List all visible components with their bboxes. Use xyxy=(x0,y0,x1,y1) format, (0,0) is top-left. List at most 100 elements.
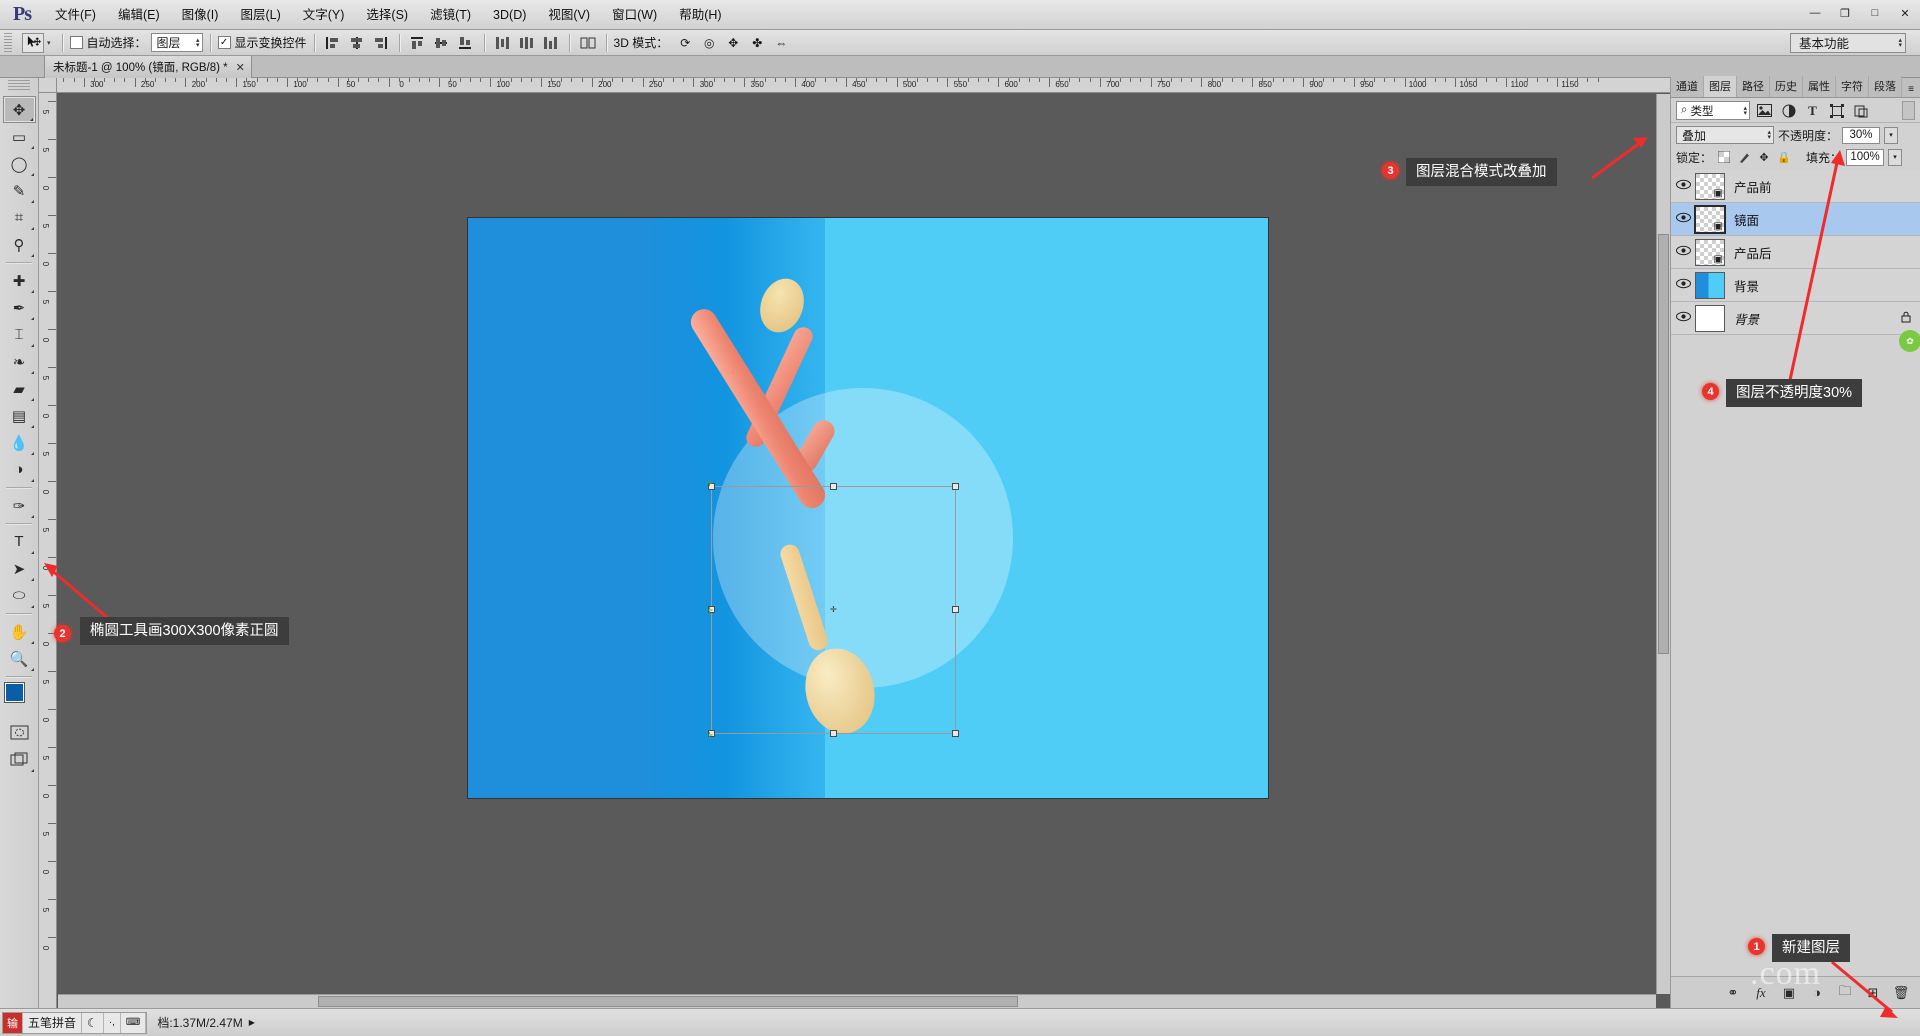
blur-tool[interactable]: 💧 xyxy=(3,429,36,456)
layer-list[interactable]: ▣产品前▣镜面▣产品后背景背景 xyxy=(1671,170,1920,974)
canvas-horizontal-scrollbar[interactable] xyxy=(58,994,1656,1008)
eyedropper-tool[interactable]: ⚲ xyxy=(3,231,36,258)
link-layers-button[interactable]: ⚭ xyxy=(1724,984,1742,1002)
ime-name[interactable]: 五笔拼音 xyxy=(23,1013,82,1033)
artboard[interactable]: ✛ ✛ ✛ ✛ xyxy=(468,218,1268,798)
handle-top-right[interactable] xyxy=(952,483,959,490)
workspace-selector[interactable]: 基本功能 ▴▾ xyxy=(1790,33,1906,53)
options-bar-grip[interactable] xyxy=(4,33,12,53)
adjustment-filter-icon[interactable] xyxy=(1779,101,1798,120)
status-expand-arrow-icon[interactable]: ▶ xyxy=(249,1018,255,1027)
scale-3d-object-icon[interactable]: ⇔ xyxy=(770,33,792,53)
menu-item-5[interactable]: 选择(S) xyxy=(355,0,419,30)
ellipse-tool[interactable]: ⬭ xyxy=(3,582,36,609)
layer-thumbnail[interactable]: ▣ xyxy=(1695,206,1725,233)
zoom-tool[interactable]: 🔍 xyxy=(3,645,36,672)
quick-selection-tool[interactable]: ✎ xyxy=(3,177,36,204)
layer-visibility-icon[interactable] xyxy=(1671,245,1695,259)
history-brush-tool[interactable]: ❧ xyxy=(3,348,36,375)
spot-healing-brush-tool[interactable]: ✚ xyxy=(3,267,36,294)
layer-visibility-icon[interactable] xyxy=(1671,311,1695,325)
layer-visibility-icon[interactable] xyxy=(1671,212,1695,226)
distribute-bottom-edges-button[interactable] xyxy=(540,33,562,53)
align-horizontal-centers-button[interactable] xyxy=(346,33,368,53)
opacity-chevron-down-icon[interactable]: ▾ xyxy=(1884,127,1898,144)
document-tab[interactable]: 未标题-1 @ 100% (镜面, RGB/8) * ✕ xyxy=(44,56,252,78)
handle-bottom-right[interactable] xyxy=(952,730,959,737)
color-swatches[interactable] xyxy=(3,681,35,713)
move-tool[interactable]: ✥ xyxy=(3,96,36,123)
align-right-edges-button[interactable] xyxy=(370,33,392,53)
layer-row[interactable]: ▣产品后 xyxy=(1671,236,1920,269)
roll-3d-object-icon[interactable]: ◎ xyxy=(698,33,720,53)
menu-item-2[interactable]: 图像(I) xyxy=(171,0,230,30)
brush-tool[interactable]: ✒ xyxy=(3,294,36,321)
distribute-top-edges-button[interactable] xyxy=(492,33,514,53)
auto-align-layers-button[interactable] xyxy=(577,33,599,53)
menu-item-0[interactable]: 文件(F) xyxy=(44,0,107,30)
maximize-button[interactable]: □ xyxy=(1860,2,1890,24)
layer-row[interactable]: ▣ 镜面 xyxy=(1671,203,1920,236)
fill-chevron-down-icon[interactable]: ▾ xyxy=(1888,149,1902,166)
smart-object-filter-icon[interactable] xyxy=(1851,101,1870,120)
close-icon[interactable]: ✕ xyxy=(236,61,245,74)
menu-item-1[interactable]: 编辑(E) xyxy=(107,0,171,30)
new-group-button[interactable]: 🗀 xyxy=(1836,984,1854,1002)
menu-item-3[interactable]: 图层(L) xyxy=(229,0,291,30)
panel-tab-0[interactable]: 通道 xyxy=(1671,76,1704,97)
path-selection-tool[interactable]: ➤ xyxy=(3,555,36,582)
panel-tab-1[interactable]: 图层 xyxy=(1704,76,1737,97)
gradient-tool[interactable]: ▤ xyxy=(3,402,36,429)
panel-tab-4[interactable]: 属性 xyxy=(1803,76,1836,97)
distribute-centers-button[interactable] xyxy=(516,33,538,53)
layer-row[interactable]: ▣产品前 xyxy=(1671,170,1920,203)
align-left-edges-button[interactable] xyxy=(322,33,344,53)
canvas-vertical-scrollbar[interactable] xyxy=(1656,94,1670,994)
auto-select-dropdown[interactable]: 图层 ▴▾ xyxy=(151,33,203,52)
menu-item-6[interactable]: 滤镜(T) xyxy=(419,0,482,30)
delete-layer-button[interactable]: 🗑 xyxy=(1892,984,1910,1002)
layer-visibility-icon[interactable] xyxy=(1671,179,1695,193)
ruler-corner[interactable] xyxy=(39,78,57,93)
fill-input[interactable]: 100% xyxy=(1846,149,1884,166)
show-transform-checkbox[interactable]: ✓ xyxy=(218,36,231,49)
layer-thumbnail[interactable] xyxy=(1695,305,1725,332)
menu-item-4[interactable]: 文字(Y) xyxy=(292,0,356,30)
lock-position-icon[interactable]: ✥ xyxy=(1756,149,1772,165)
handle-mid-right[interactable] xyxy=(952,606,959,613)
panel-tab-2[interactable]: 路径 xyxy=(1737,76,1770,97)
layer-thumbnail[interactable] xyxy=(1695,272,1725,299)
layer-visibility-icon[interactable] xyxy=(1671,278,1695,292)
close-button[interactable]: ✕ xyxy=(1890,2,1920,24)
layer-name[interactable]: 镜面 xyxy=(1734,210,1759,229)
layer-name[interactable]: 产品前 xyxy=(1734,177,1772,196)
rectangular-marquee-tool[interactable]: ▭ xyxy=(3,123,36,150)
menu-item-10[interactable]: 帮助(H) xyxy=(668,0,732,30)
handle-bottom-center[interactable] xyxy=(830,730,837,737)
panel-tab-3[interactable]: 历史 xyxy=(1770,76,1803,97)
handle-top-center[interactable] xyxy=(830,483,837,490)
quick-mask-mode-button[interactable] xyxy=(3,719,36,746)
lock-transparent-pixels-icon[interactable] xyxy=(1716,149,1732,165)
panel-tab-5[interactable]: 字符 xyxy=(1836,76,1869,97)
moon-icon[interactable]: ☾ xyxy=(82,1013,104,1033)
filter-enable-toggle[interactable] xyxy=(1902,101,1915,120)
foreground-color-swatch[interactable] xyxy=(4,682,25,703)
image-filter-icon[interactable] xyxy=(1755,101,1774,120)
new-layer-button[interactable]: ⊞ xyxy=(1864,984,1882,1002)
layer-row[interactable]: 背景 xyxy=(1671,269,1920,302)
layer-row[interactable]: 背景 xyxy=(1671,302,1920,335)
toolbox-grip[interactable] xyxy=(8,80,30,92)
eraser-tool[interactable]: ▰ xyxy=(3,375,36,402)
align-vertical-centers-button[interactable] xyxy=(431,33,453,53)
layer-name[interactable]: 背景 xyxy=(1734,309,1759,328)
horizontal-ruler[interactable]: 3503002502001501005005010015020025030035… xyxy=(57,78,1670,93)
pen-tool[interactable]: ✑ xyxy=(3,492,36,519)
opacity-input[interactable]: 30% xyxy=(1842,127,1880,144)
clone-stamp-tool[interactable]: ⌶ xyxy=(3,321,36,348)
menu-item-7[interactable]: 3D(D) xyxy=(482,0,537,30)
dodge-tool[interactable]: ◑ xyxy=(3,456,36,483)
layer-thumbnail[interactable]: ▣ xyxy=(1695,239,1725,266)
pan-3d-object-icon[interactable]: ✥ xyxy=(722,33,744,53)
filter-kind-dropdown[interactable]: ⌕ 类型 ▴▾ xyxy=(1676,101,1750,120)
